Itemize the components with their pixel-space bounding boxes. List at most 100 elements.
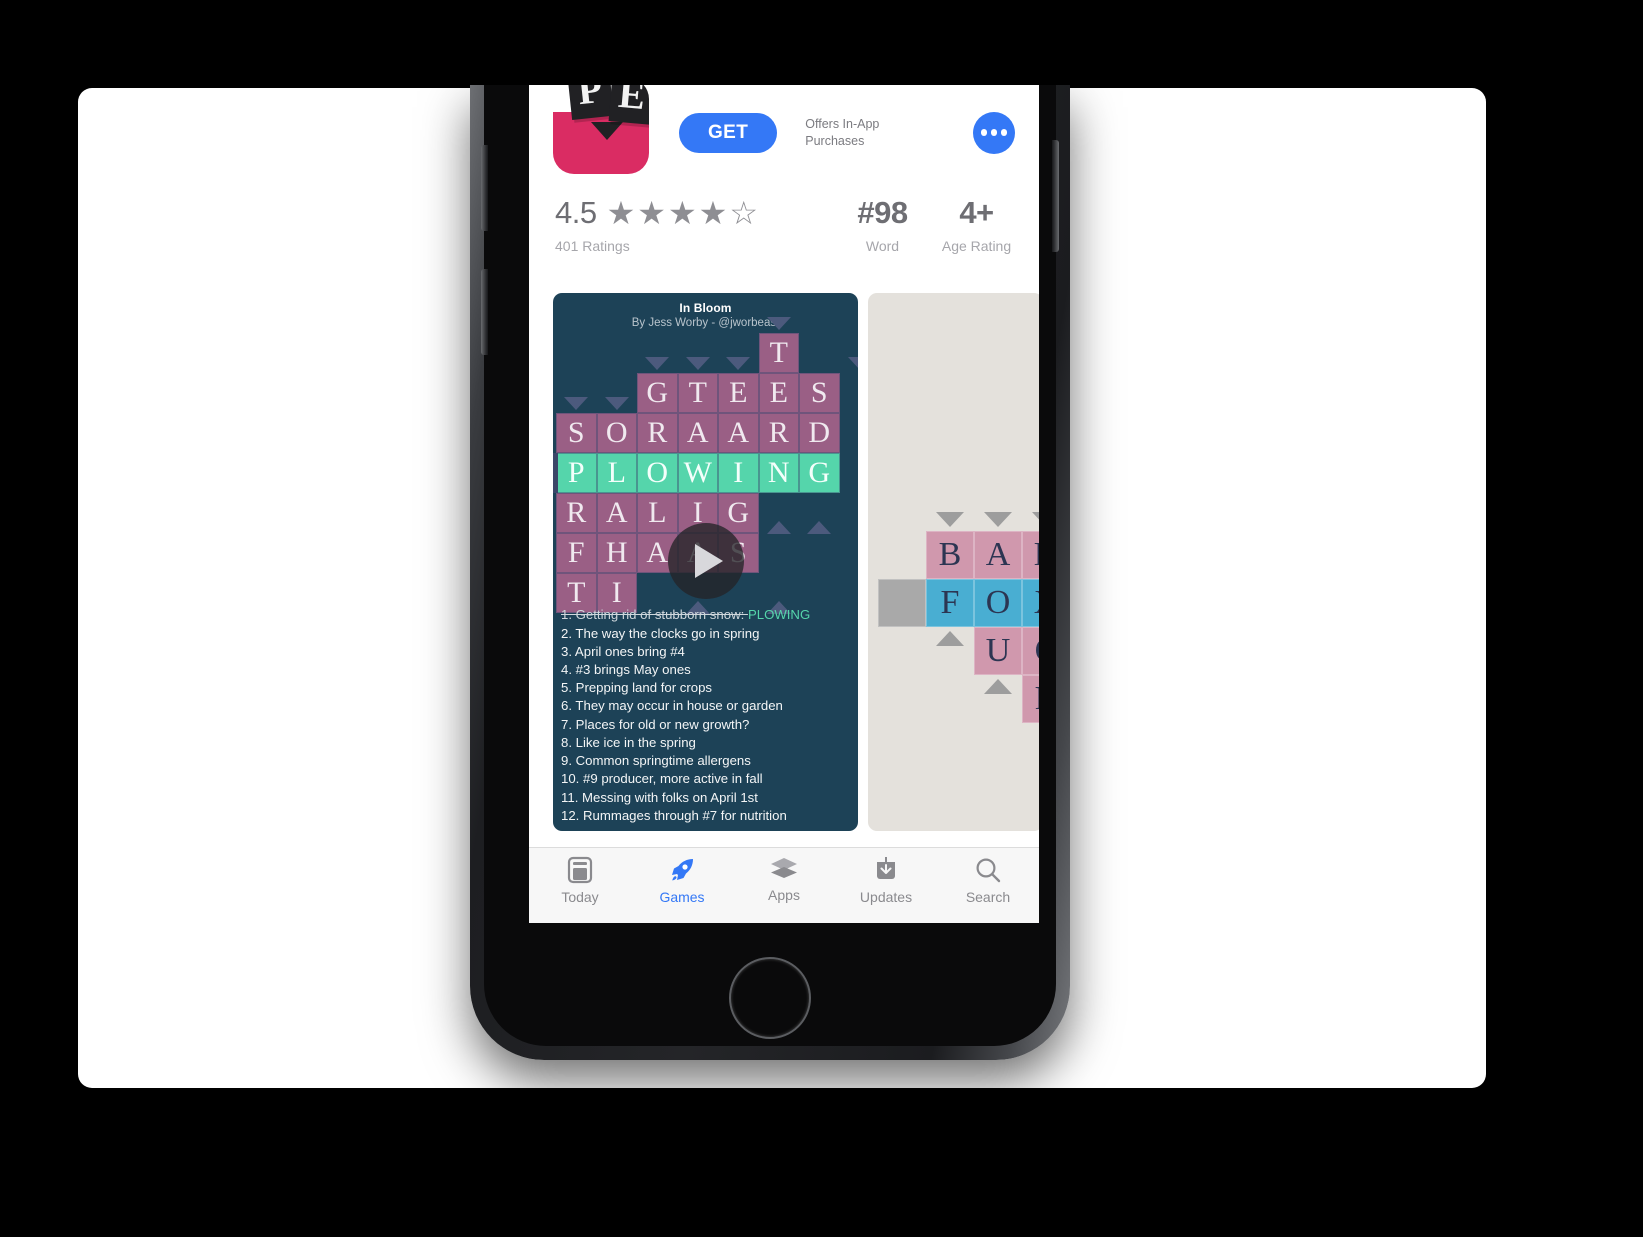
stat-chart-rank: #98 Word: [825, 195, 940, 254]
clue-item[interactable]: 9. Common springtime allergens: [561, 752, 852, 770]
clue-item[interactable]: 2. The way the clocks go in spring: [561, 625, 852, 643]
crossword-cell: F: [926, 579, 974, 627]
clue-arrow-down-icon: [936, 512, 964, 527]
volume-down-button[interactable]: [481, 269, 488, 355]
clue-arrow-down-icon: [685, 357, 710, 370]
ellipsis-dot-icon: [990, 129, 998, 136]
clue-arrow-up-icon: [936, 631, 964, 646]
tab-updates[interactable]: Updates: [835, 856, 937, 905]
ellipsis-dot-icon: [1000, 129, 1008, 136]
tab-today[interactable]: Today: [529, 856, 631, 905]
crossword-cell: R: [1022, 675, 1039, 723]
crossword-cell: E: [758, 373, 799, 413]
clue-item[interactable]: 8. Like ice in the spring: [561, 734, 852, 752]
clue-item[interactable]: 7. Places for old or new growth?: [561, 716, 852, 734]
crossword-cell: C: [1022, 627, 1039, 675]
today-icon: [567, 856, 593, 884]
screenshot-preview-1[interactable]: In Bloom By Jess Worby - @jworbeast TGTE…: [553, 293, 858, 831]
rating-stars: ★ ★ ★ ★ ☆: [607, 197, 758, 229]
clue-answer: PLOWING: [747, 607, 811, 623]
volume-up-button[interactable]: [481, 145, 488, 231]
clue-item[interactable]: 12. Rummages through #7 for nutrition: [561, 807, 852, 825]
app-header: P E GET Offers In-App Purchases: [529, 85, 1039, 180]
iphone-device-mockup: P E GET Offers In-App Purchases 4.5 ★ ★ …: [470, 85, 1070, 1060]
crossword-cell: P: [556, 453, 597, 493]
power-button[interactable]: [1052, 140, 1059, 252]
clue-item[interactable]: 1. Getting rid of stubborn snow: PLOWING: [561, 606, 852, 624]
crossword-cell: T: [758, 333, 799, 373]
crossword-cell: H: [596, 533, 637, 573]
crossword-cell: E: [718, 373, 759, 413]
star-full-icon: ★: [606, 195, 636, 232]
crossword-cell: G: [637, 373, 678, 413]
crossword-cell: L: [637, 493, 678, 533]
icon-tile-p: P: [566, 85, 614, 120]
crossword-cell: N: [1022, 531, 1039, 579]
get-button[interactable]: GET: [679, 112, 778, 153]
clue-item[interactable]: 11. Messing with folks on April 1st: [561, 789, 852, 807]
in-app-purchases-note: Offers In-App Purchases: [805, 116, 880, 148]
crossword-cell: S: [556, 413, 597, 453]
age-rating-value: 4+: [959, 195, 994, 230]
chart-category-label: Word: [865, 237, 900, 254]
crossword-cell: U: [974, 627, 1022, 675]
clue-arrow-up-icon: [807, 521, 832, 534]
home-button[interactable]: [729, 957, 811, 1039]
clue-item[interactable]: 6. They may occur in house or garden: [561, 697, 852, 715]
chart-rank-value: #98: [857, 195, 908, 230]
crossword-cell: R: [637, 413, 678, 453]
puzzle-title: In Bloom: [679, 301, 732, 315]
tab-label: Updates: [859, 889, 913, 905]
clue-arrow-down-icon: [847, 357, 858, 370]
age-rating-label: Age Rating: [941, 237, 1012, 254]
crossword-cell: W: [677, 453, 718, 493]
stat-rating: 4.5 ★ ★ ★ ★ ☆ 401 Ratings: [555, 196, 825, 254]
tab-apps[interactable]: Apps: [733, 856, 835, 903]
clue-arrow-up-icon: [766, 521, 791, 534]
screenshot-canvas: P E GET Offers In-App Purchases 4.5 ★ ★ …: [0, 0, 1643, 1237]
stat-age-rating: 4+ Age Rating: [940, 195, 1013, 254]
clue-item[interactable]: 10. #9 producer, more active in fall: [561, 770, 852, 788]
clue-arrow-down-icon: [1032, 512, 1039, 527]
star-full-icon: ★: [698, 195, 728, 232]
clue-item[interactable]: 4. #3 brings May ones: [561, 661, 852, 679]
crossword-cell: T: [677, 373, 718, 413]
tab-search[interactable]: Search: [937, 856, 1039, 905]
crossword-cell: R: [556, 493, 597, 533]
tab-label: Today: [561, 889, 599, 905]
crossword-grid-2: BANFOXUCR: [868, 293, 1039, 831]
crossword-cell: F: [556, 533, 597, 573]
app-icon[interactable]: P E: [553, 85, 649, 174]
ellipsis-dot-icon: [980, 129, 988, 136]
crossword-cell: R: [758, 413, 799, 453]
device-screen: P E GET Offers In-App Purchases 4.5 ★ ★ …: [529, 85, 1039, 923]
crossword-cell: A: [677, 413, 718, 453]
clue-list: 1. Getting rid of stubborn snow: PLOWING…: [561, 606, 852, 825]
screenshot-carousel[interactable]: In Bloom By Jess Worby - @jworbeast TGTE…: [553, 293, 1039, 833]
crossword-cell: G: [799, 453, 840, 493]
crossword-cell: X: [1022, 579, 1039, 627]
layers-icon: [771, 858, 797, 878]
tab-games[interactable]: Games: [631, 856, 733, 905]
crossword-cell: I: [718, 453, 759, 493]
play-button[interactable]: [667, 523, 744, 599]
rating-line: 4.5 ★ ★ ★ ★ ☆: [555, 196, 825, 230]
clue-arrow-down-icon: [766, 317, 791, 330]
play-triangle-icon: [694, 544, 723, 578]
star-half-icon: ☆: [729, 195, 759, 232]
row-highlight-marker: [553, 453, 558, 493]
crossword-cell: A: [974, 531, 1022, 579]
crossword-cell: D: [799, 413, 840, 453]
rating-count-label: 401 Ratings: [555, 237, 630, 254]
crossword-cell: O: [596, 413, 637, 453]
screenshot-preview-2[interactable]: BANFOXUCR: [868, 293, 1039, 831]
clue-item[interactable]: 5. Prepping land for crops: [561, 679, 852, 697]
icon-caret-shape: [591, 121, 623, 140]
puzzle-author: By Jess Worby - @jworbeast: [631, 317, 780, 329]
crossword-cell: A: [596, 493, 637, 533]
clue-item[interactable]: 3. April ones bring #4: [561, 643, 852, 661]
crossword-cell: S: [799, 373, 840, 413]
clue-arrow-down-icon: [984, 512, 1012, 527]
more-options-button[interactable]: [973, 111, 1015, 154]
tab-label: Games: [659, 889, 705, 905]
